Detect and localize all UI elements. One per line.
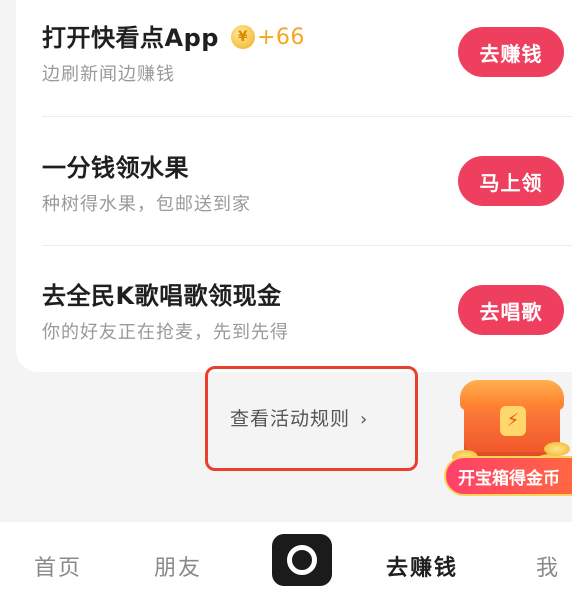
nav-earn[interactable]: 去赚钱 [386,550,458,582]
task-title-text: 打开快看点App [42,24,219,52]
task-subtitle: 你的好友正在抢麦，先到先得 [42,322,289,343]
divider [42,245,572,246]
task-title: 去全民K歌唱歌领现金 [42,282,282,310]
coin-icon [544,442,570,456]
nav-me[interactable]: 我 [536,550,560,582]
open-chest-button[interactable]: 开宝箱得金币 [444,456,572,496]
bonus-amount: +66 [256,24,305,50]
task-title: 打开快看点App ¥ +66 [42,18,305,54]
claim-button[interactable]: 马上领 [458,156,564,206]
task-title: 一分钱领水果 [42,154,189,182]
task-subtitle: 边刷新闻边赚钱 [42,64,175,85]
highlight-box [205,366,418,471]
chest-lock-icon: ⚡ [500,406,526,436]
task-subtitle: 种树得水果，包邮送到家 [42,194,251,215]
earn-button[interactable]: 去赚钱 [458,27,564,77]
record-button[interactable] [272,534,332,586]
nav-friends[interactable]: 朋友 [154,550,202,582]
earn-page: 打开快看点App ¥ +66 边刷新闻边赚钱 去赚钱 一分钱领水果 种树得水果，包邮… [0,0,572,598]
sing-button[interactable]: 去唱歌 [458,285,564,335]
divider [42,116,572,117]
camera-icon [287,545,317,575]
coin-icon: ¥ [230,25,255,49]
nav-home[interactable]: 首页 [34,550,82,582]
bottom-nav: 首页 朋友 去赚钱 我 [0,522,572,598]
